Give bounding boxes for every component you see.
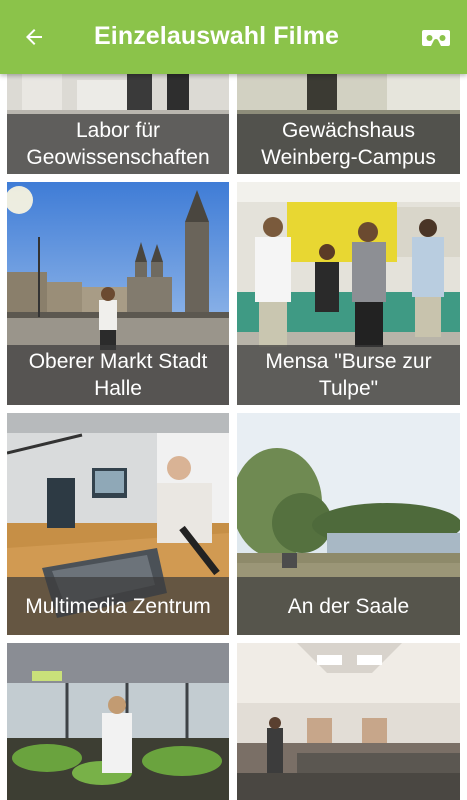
app-bar: Einzelauswahl Filme [0,0,467,74]
film-title: An der Saale [237,577,460,635]
film-thumbnail [7,643,229,800]
back-button[interactable] [14,17,54,57]
film-thumbnail [237,643,460,800]
vr-mode-button[interactable] [416,20,456,56]
page-title: Einzelauswahl Filme [94,22,340,50]
film-grid: Labor für Geowissenschaften Gewächshaus … [0,0,467,800]
film-title: Multimedia Zentrum [7,577,229,635]
film-card-multimedia-zentrum[interactable]: Multimedia Zentrum [7,413,229,635]
film-title: Labor für Geowissenschaften [7,114,229,174]
film-card-an-der-saale[interactable]: An der Saale [237,413,460,635]
film-title: Mensa "Burse zur Tulpe" [237,345,460,405]
arrow-back-icon [26,29,42,45]
film-card-oberer-markt[interactable]: Oberer Markt Stadt Halle [7,182,229,405]
vr-headset-icon [422,30,450,46]
film-title: Oberer Markt Stadt Halle [7,345,229,405]
film-card-lecture-hall[interactable] [237,643,460,800]
film-card-greenhouse-lab[interactable] [7,643,229,800]
film-title: Gewächshaus Weinberg-Campus [237,114,460,174]
film-card-mensa[interactable]: Mensa "Burse zur Tulpe" [237,182,460,405]
